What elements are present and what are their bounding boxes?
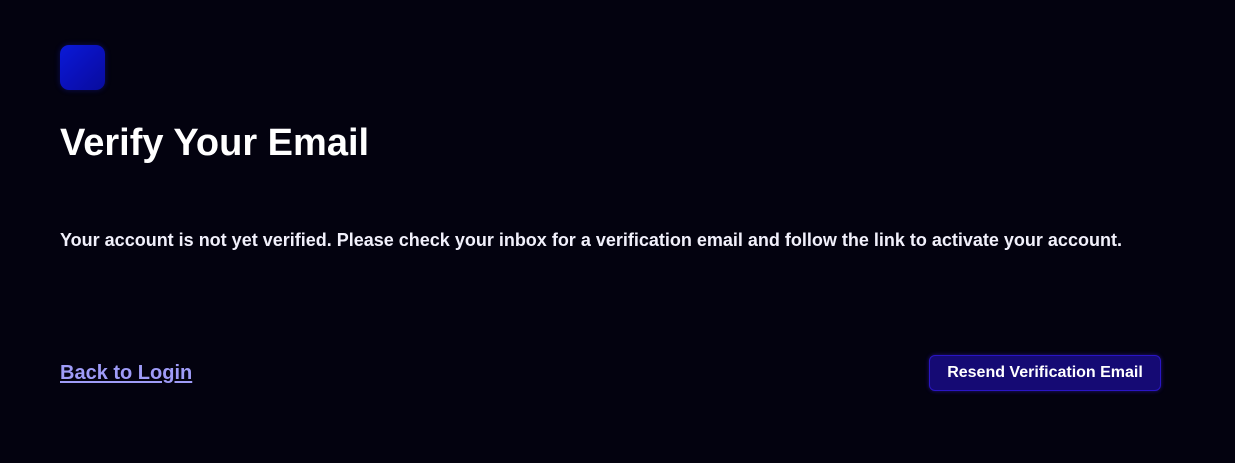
page-title: Verify Your Email xyxy=(60,122,370,164)
back-to-login-link[interactable]: Back to Login xyxy=(60,360,192,386)
app-logo-icon xyxy=(60,45,105,90)
verify-email-page: Verify Your Email Your account is not ye… xyxy=(0,0,1235,463)
verification-message: Your account is not yet verified. Please… xyxy=(60,230,1122,250)
resend-verification-button[interactable]: Resend Verification Email xyxy=(929,355,1161,391)
